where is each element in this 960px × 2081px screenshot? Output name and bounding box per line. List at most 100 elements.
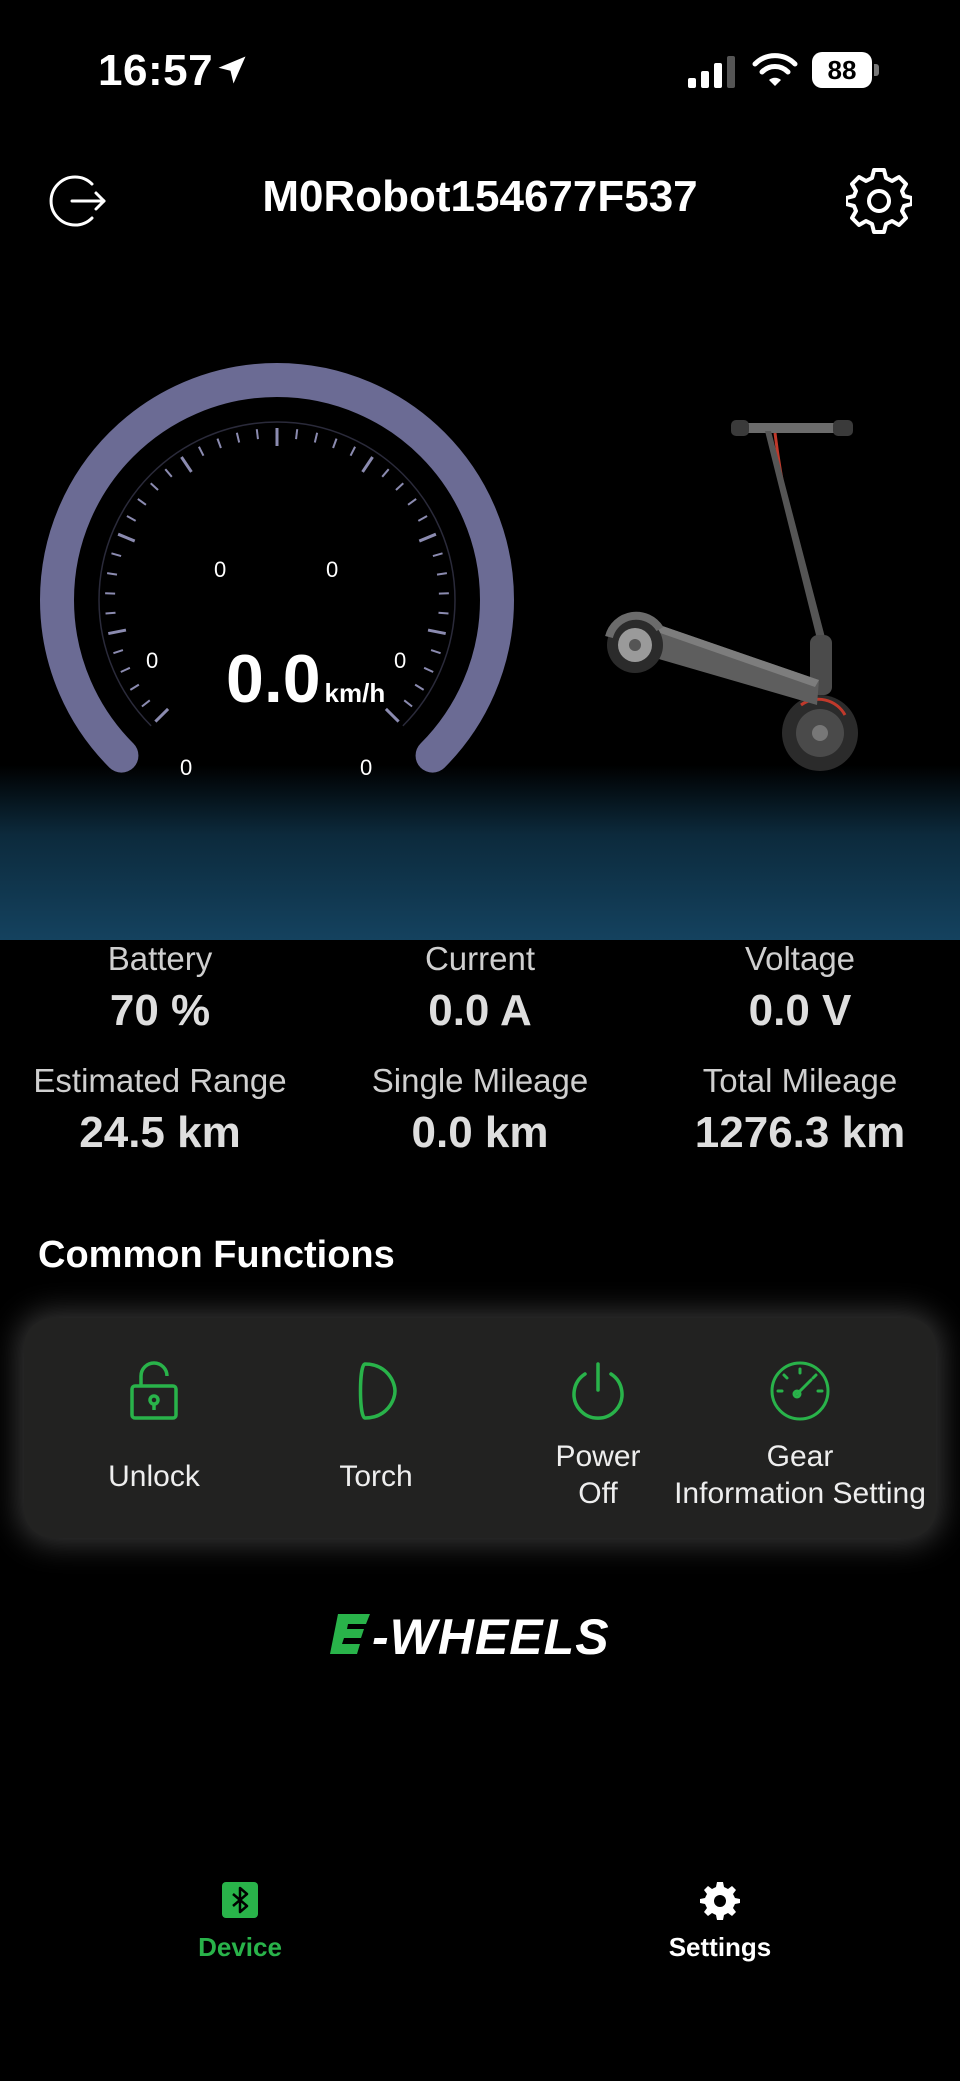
speedometer-tick [106, 572, 118, 576]
speedometer-tick [255, 429, 259, 440]
speedometer-tick [423, 666, 434, 673]
speedometer-tick [180, 456, 193, 473]
speedometer-tick [126, 515, 137, 522]
logout-icon[interactable] [48, 170, 110, 232]
speedometer-tick [141, 699, 151, 708]
stat-label: Battery [107, 940, 213, 977]
speedometer-tick [384, 707, 400, 723]
speedometer-tick [395, 482, 404, 491]
wifi-icon [752, 53, 798, 86]
fn-label: Unlock [108, 1460, 200, 1493]
speedometer-tick [117, 532, 136, 543]
speedometer-tick [313, 432, 319, 443]
speed-unit: km/h [324, 678, 386, 708]
tick-label: 0 [394, 648, 407, 673]
unlock-icon [130, 1361, 178, 1420]
stat-value: 24.5 km [79, 1108, 241, 1157]
tick-label: 0 [214, 557, 227, 582]
speedometer-tick [295, 429, 299, 440]
stat-estimated-range: Estimated Range 24.5 km [0, 1062, 320, 1158]
speedometer-tick [361, 456, 374, 473]
nav-item-device[interactable]: Device [120, 1880, 360, 1963]
speedometer-tick [113, 649, 124, 655]
speedometer-tick [332, 438, 338, 449]
cellular-signal-icon [688, 56, 735, 88]
gear-information-setting-button[interactable]: Gear Information Setting [664, 1318, 936, 1538]
device-title: M0Robot154677F537 [262, 172, 698, 221]
speedometer: 0 0 0 0 0 0 0.0 km/h [30, 345, 520, 780]
speedometer-tick [381, 468, 390, 478]
speedometer-tick [154, 707, 170, 723]
tick-label: 0 [326, 557, 339, 582]
scooter-image [605, 420, 858, 771]
stat-battery: Battery 70 % [0, 940, 320, 1036]
header: M0Robot154677F537 [0, 150, 960, 250]
speedometer-tick [414, 683, 425, 691]
stat-single-mileage: Single Mileage 0.0 km [320, 1062, 640, 1158]
speedometer-tick [108, 628, 127, 636]
nav-label: Settings [668, 1932, 772, 1962]
tick-label: 0 [180, 755, 193, 780]
stat-value: 0.0 km [411, 1108, 549, 1157]
battery-icon: 88 [812, 52, 879, 88]
speedometer-tick [129, 683, 140, 691]
speed-readout: 0.0 km/h [226, 640, 385, 718]
common-functions-card: Unlock Torch Power Off Gear Information … [24, 1318, 936, 1538]
speedometer-tick [349, 446, 356, 457]
power-icon [572, 1362, 624, 1420]
battery-level: 88 [812, 52, 872, 88]
stats-panel: Battery 70 % Current 0.0 A Voltage 0.0 V… [0, 940, 960, 1180]
nav-label: Device [198, 1932, 282, 1962]
fn-label: Torch [339, 1460, 413, 1493]
speed-value: 0.0 [226, 641, 321, 717]
speedometer-tick [432, 552, 443, 557]
gear-icon [700, 1882, 740, 1920]
speedometer-tick [427, 628, 446, 636]
gauge-icon [770, 1361, 830, 1421]
stat-total-mileage: Total Mileage 1276.3 km [640, 1062, 960, 1158]
speedometer-tick [407, 498, 417, 506]
stat-label: Total Mileage [702, 1062, 898, 1099]
speedometer-tick [150, 482, 159, 491]
speedometer-tick [111, 552, 122, 557]
nav-item-settings[interactable]: Settings [600, 1880, 840, 1963]
location-arrow-icon [218, 56, 246, 84]
bluetooth-icon [222, 1882, 258, 1918]
stat-value: 0.0 A [428, 986, 532, 1035]
speedometer-tick [216, 438, 222, 449]
dashboard-hero: 0 0 0 0 0 0 0.0 km/h [0, 250, 960, 940]
speedometer-tick [436, 572, 448, 576]
gear-icon[interactable] [846, 168, 912, 234]
speedometer-tick [198, 446, 205, 457]
stat-value: 0.0 V [748, 986, 852, 1035]
speedometer-tick [430, 649, 441, 655]
stat-label: Current [424, 940, 536, 977]
stat-label: Voltage [744, 940, 856, 977]
fn-label: Information Setting [674, 1477, 926, 1510]
speedometer-tick [137, 498, 147, 506]
stat-value: 70 % [109, 986, 211, 1035]
stat-label: Single Mileage [371, 1062, 589, 1099]
section-title: Common Functions [38, 1234, 395, 1276]
status-bar: 16:57 88 [0, 0, 960, 140]
hero-glow [0, 765, 960, 940]
torch-button[interactable]: Torch [266, 1318, 486, 1538]
stat-voltage: Voltage 0.0 V [640, 940, 960, 1036]
unlock-button[interactable]: Unlock [44, 1318, 264, 1538]
stat-value: 1276.3 km [694, 1108, 906, 1157]
status-time: 16:57 [98, 46, 214, 95]
stat-current: Current 0.0 A [320, 940, 640, 1036]
brand-logo: -WHEELS [330, 1608, 630, 1665]
stat-label: Estimated Range [33, 1062, 287, 1099]
tick-label: 0 [360, 755, 373, 780]
bottom-nav: Device Settings [0, 1880, 960, 2020]
speedometer-tick [105, 611, 116, 615]
speedometer-tick [403, 699, 413, 708]
brand-text: -WHEELS [372, 1609, 610, 1665]
torch-icon [358, 1362, 397, 1420]
speedometer-tick [418, 532, 437, 543]
tick-label: 0 [146, 648, 159, 673]
brand-mark-icon [330, 1614, 370, 1654]
speedometer-tick [120, 666, 131, 673]
speedometer-tick [164, 468, 173, 478]
